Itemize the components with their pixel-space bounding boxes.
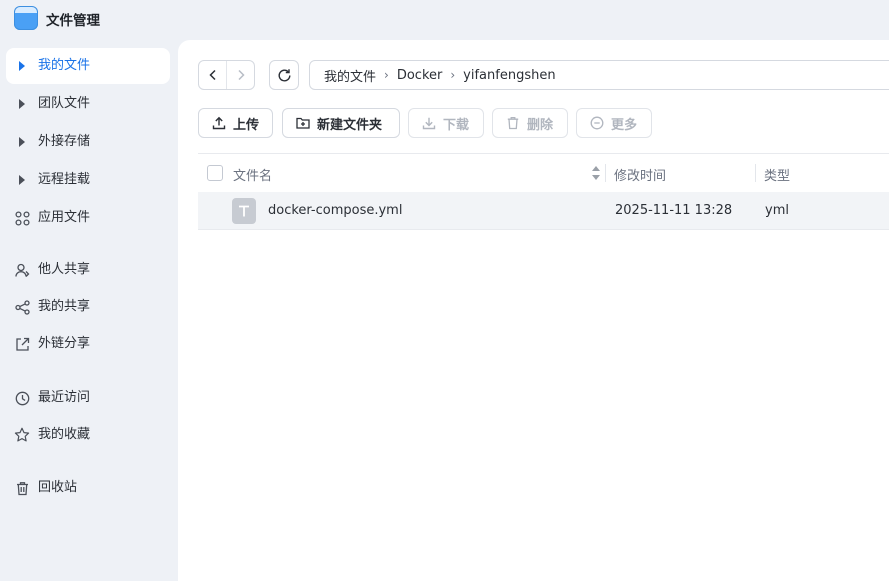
breadcrumb[interactable]: 我的文件 › Docker › yifanfengshen [309, 60, 889, 90]
download-label: 下载 [443, 117, 470, 133]
file-modified: 2025-11-11 13:28 [615, 203, 733, 218]
delete-button[interactable]: 删除 [492, 108, 568, 138]
app-title: 文件管理 [46, 13, 100, 29]
external-link-icon [14, 336, 30, 352]
breadcrumb-item[interactable]: Docker [397, 68, 443, 83]
download-icon [422, 116, 436, 130]
upload-button[interactable]: 上传 [198, 108, 273, 138]
chevron-right-icon [237, 69, 245, 81]
sidebar-item-my-files[interactable]: 我的文件 [6, 48, 170, 84]
star-icon [14, 427, 30, 443]
breadcrumb-item[interactable]: 我的文件 [324, 66, 376, 85]
delete-label: 删除 [527, 117, 554, 133]
file-name[interactable]: docker-compose.yml [268, 203, 402, 218]
trash-icon [506, 116, 520, 130]
main-panel: 我的文件 › Docker › yifanfengshen 上传 新建文件夹 下… [178, 40, 889, 581]
sidebar-item-favorites[interactable]: 我的收藏 [6, 417, 170, 453]
person-share-icon [14, 262, 30, 278]
sidebar-item-my-shares[interactable]: 我的共享 [6, 289, 170, 325]
sidebar-item-shared-with-me[interactable]: 他人共享 [6, 252, 170, 288]
column-header-name[interactable]: 文件名 [233, 165, 272, 184]
triangle-right-icon [14, 96, 30, 112]
table-row[interactable]: docker-compose.yml 2025-11-11 13:28 yml [198, 192, 889, 230]
sidebar-item-label: 最近访问 [38, 390, 91, 405]
forward-button[interactable] [226, 61, 254, 89]
back-button[interactable] [199, 61, 226, 89]
upload-icon [212, 116, 226, 130]
sidebar: 我的文件 团队文件 外接存储 远程挂载 应用文件 他人共享 我的共享 外链分享 [0, 38, 178, 581]
more-button[interactable]: 更多 [576, 108, 652, 138]
breadcrumb-item[interactable]: yifanfengshen [463, 68, 555, 83]
upload-label: 上传 [233, 117, 260, 133]
text-file-icon [232, 198, 256, 224]
sort-arrows-icon[interactable] [591, 164, 601, 182]
breadcrumb-separator-icon: › [384, 68, 389, 82]
column-header-modified[interactable]: 修改时间 [614, 165, 666, 184]
refresh-button[interactable] [269, 60, 299, 90]
table-header: 文件名 修改时间 类型 [198, 153, 889, 193]
sidebar-item-recent[interactable]: 最近访问 [6, 380, 170, 416]
triangle-right-icon [14, 58, 30, 74]
grid-apps-icon [14, 210, 30, 226]
trash-icon [14, 480, 30, 496]
sidebar-item-label: 我的共享 [38, 299, 91, 314]
sidebar-item-label: 外接存储 [38, 134, 91, 149]
new-folder-icon [296, 116, 310, 130]
history-nav [198, 60, 255, 90]
sidebar-item-app-files[interactable]: 应用文件 [6, 200, 170, 236]
sidebar-item-label: 远程挂载 [38, 172, 91, 187]
sidebar-item-team-files[interactable]: 团队文件 [6, 86, 170, 122]
folder-app-icon [14, 6, 38, 30]
breadcrumb-separator-icon: › [450, 68, 456, 82]
more-label: 更多 [611, 117, 638, 133]
download-button[interactable]: 下载 [408, 108, 484, 138]
sidebar-item-link-shares[interactable]: 外链分享 [6, 326, 170, 362]
sidebar-item-label: 他人共享 [38, 262, 91, 277]
new-folder-button[interactable]: 新建文件夹 [282, 108, 400, 138]
chevron-left-icon [208, 69, 216, 81]
sidebar-item-trash[interactable]: 回收站 [6, 470, 170, 506]
sidebar-item-label: 回收站 [38, 480, 78, 495]
refresh-icon [278, 68, 290, 81]
file-type: yml [765, 203, 789, 218]
triangle-right-icon [14, 134, 30, 150]
share-nodes-icon [14, 299, 30, 315]
sidebar-item-label: 应用文件 [38, 210, 91, 225]
column-divider[interactable] [605, 164, 606, 182]
sidebar-item-label: 外链分享 [38, 336, 91, 351]
more-circle-icon [590, 116, 604, 130]
column-divider[interactable] [755, 164, 756, 182]
sidebar-item-label: 团队文件 [38, 96, 91, 111]
clock-icon [14, 390, 30, 406]
new-folder-label: 新建文件夹 [317, 117, 383, 133]
sidebar-item-remote-mount[interactable]: 远程挂载 [6, 162, 170, 198]
column-header-type[interactable]: 类型 [764, 165, 790, 184]
triangle-right-icon [14, 172, 30, 188]
select-all-checkbox[interactable] [207, 165, 223, 181]
sidebar-item-external-storage[interactable]: 外接存储 [6, 124, 170, 160]
sidebar-item-label: 我的收藏 [38, 427, 91, 442]
sidebar-item-label: 我的文件 [38, 58, 91, 73]
title-bar: 文件管理 [0, 0, 889, 38]
